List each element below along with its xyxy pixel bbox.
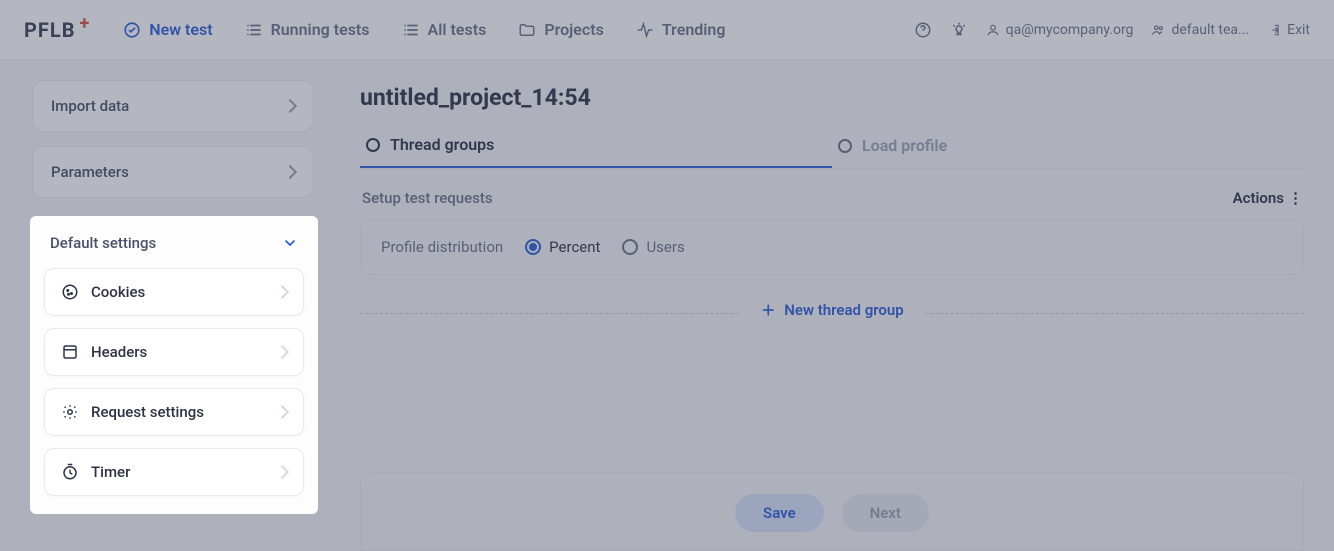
timer-icon [61,463,79,481]
team-icon [1151,23,1165,37]
team-menu[interactable]: default tea... [1151,22,1249,38]
new-thread-group-label: New thread group [784,301,903,319]
top-header: PFLB + New test Running tests All tests [0,0,1334,60]
nav-label: New test [149,20,212,39]
nav-label: Trending [662,20,726,39]
setup-label: Setup test requests [362,189,493,207]
headers-icon [61,343,79,361]
option-label: Percent [549,238,600,256]
default-settings-label: Default settings [50,234,156,252]
chevron-down-icon [282,235,298,251]
sidebar-item-timer[interactable]: Timer [44,448,304,496]
header-right: qa@mycompany.org default tea... Exit [914,21,1310,39]
option-label: Users [646,238,684,256]
chevron-right-icon [283,99,297,113]
tab-thread-groups[interactable]: Thread groups [360,135,832,168]
profile-distribution-label: Profile distribution [381,238,503,256]
cookie-icon [61,283,79,301]
exit-label: Exit [1287,22,1310,38]
plus-icon [760,302,776,318]
radio-icon [838,139,852,153]
chevron-right-icon [275,285,289,299]
list-icon [245,21,263,39]
tab-label: Load profile [862,136,947,155]
team-name: default tea... [1171,22,1249,38]
gear-icon [61,403,79,421]
logo-mark-icon: + [79,13,89,34]
default-settings-panel: Default settings Cookies Headers Request… [30,216,318,514]
project-title: untitled_project_14:54 [360,84,1304,111]
sidebar-item-cookies[interactable]: Cookies [44,268,304,316]
content-area: untitled_project_14:54 Thread groups Loa… [330,60,1334,551]
item-label: Headers [91,343,147,361]
radio-selected-icon [525,239,541,255]
main-nav: New test Running tests All tests Project… [109,14,739,45]
exit-link[interactable]: Exit [1267,22,1310,38]
profile-distribution: Profile distribution Percent Users [360,219,1304,275]
nav-all-tests[interactable]: All tests [388,14,501,45]
radio-percent[interactable]: Percent [525,238,600,256]
nav-new-test[interactable]: New test [109,14,226,45]
default-settings-header[interactable]: Default settings [44,232,304,256]
item-label: Timer [91,463,130,481]
tabs: Thread groups Load profile [360,135,1304,169]
next-button[interactable]: Next [842,494,929,532]
item-label: Cookies [91,283,145,301]
radio-icon [366,138,380,152]
distribution-options: Percent Users [525,238,685,256]
sidebar-parameters[interactable]: Parameters [32,146,314,198]
logo-text: PFLB [24,18,75,42]
save-button[interactable]: Save [735,494,824,532]
tab-label: Thread groups [390,135,494,154]
nav-trending[interactable]: Trending [622,14,740,45]
activity-icon [636,21,654,39]
user-icon [986,23,1000,37]
help-icon[interactable] [914,21,932,39]
chevron-right-icon [275,405,289,419]
sidebar-import-data[interactable]: Import data [32,80,314,132]
logo[interactable]: PFLB + [24,18,89,42]
sidebar-label: Parameters [51,163,129,181]
exit-icon [1267,23,1281,37]
actions-menu[interactable]: Actions ⋮ [1233,189,1302,207]
sidebar-label: Import data [51,97,129,115]
more-icon: ⋮ [1288,189,1302,207]
dashed-divider: New thread group [360,313,1304,314]
chevron-right-icon [275,465,289,479]
actions-label: Actions [1233,189,1284,207]
sidebar-item-headers[interactable]: Headers [44,328,304,376]
tab-load-profile[interactable]: Load profile [832,135,1304,168]
footer-bar: Save Next [360,473,1304,551]
nav-running-tests[interactable]: Running tests [231,14,384,45]
lightbulb-icon[interactable] [950,21,968,39]
user-email: qa@mycompany.org [1006,22,1134,38]
radio-unselected-icon [622,239,638,255]
user-menu[interactable]: qa@mycompany.org [986,22,1134,38]
nav-label: Projects [544,20,604,39]
nav-projects[interactable]: Projects [504,14,618,45]
chevron-right-icon [275,345,289,359]
list-icon [402,21,420,39]
chevron-right-icon [283,165,297,179]
nav-label: All tests [428,20,487,39]
folder-icon [518,21,536,39]
item-label: Request settings [91,403,204,421]
sidebar-item-request-settings[interactable]: Request settings [44,388,304,436]
radio-users[interactable]: Users [622,238,684,256]
new-thread-group-button[interactable]: New thread group [740,301,923,319]
nav-label: Running tests [271,20,370,39]
check-circle-icon [123,21,141,39]
section-header: Setup test requests Actions ⋮ [360,169,1304,219]
